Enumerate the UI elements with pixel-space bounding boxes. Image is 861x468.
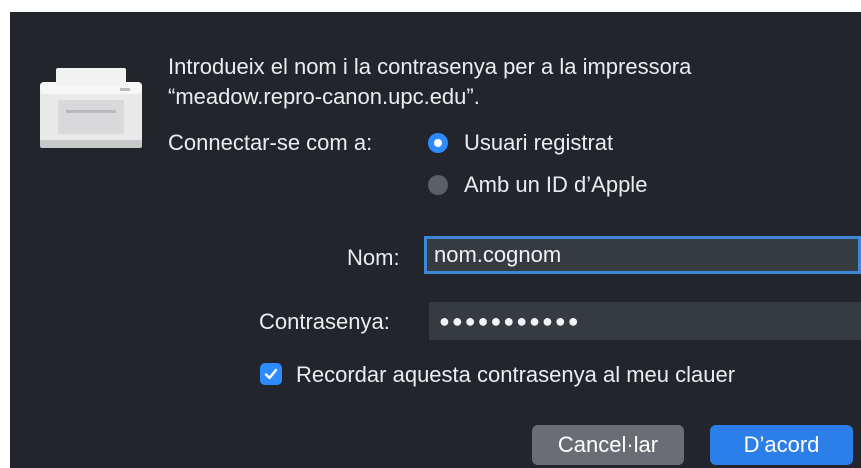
name-field[interactable]: nom.cognom bbox=[424, 236, 861, 274]
remember-label: Recordar aquesta contrasenya al meu clau… bbox=[296, 362, 736, 387]
message-line-2: “meadow.repro-canon.upc.edu”. bbox=[168, 84, 480, 109]
dialog-message: Introdueix el nom i la contrasenya per a… bbox=[168, 52, 691, 112]
radio-apple-id[interactable]: Amb un ID d’Apple bbox=[428, 172, 647, 198]
password-field[interactable]: ●●●●●●●●●●● bbox=[429, 302, 861, 340]
cancel-button[interactable]: Cancel·lar bbox=[532, 425, 684, 465]
message-line-1: Introdueix el nom i la contrasenya per a… bbox=[168, 54, 692, 79]
ok-button[interactable]: D’acord bbox=[710, 425, 853, 465]
radio-apple-id-label: Amb un ID d’Apple bbox=[464, 172, 648, 197]
radio-registered-user[interactable]: Usuari registrat bbox=[428, 130, 613, 156]
login-dialog: Introdueix el nom i la contrasenya per a… bbox=[10, 12, 861, 468]
password-label: Contrasenya: bbox=[259, 309, 390, 334]
radio-unselected-icon bbox=[428, 175, 448, 195]
connect-as-label: Connectar-se com a: bbox=[168, 130, 373, 155]
radio-selected-icon bbox=[428, 133, 448, 153]
remember-checkbox[interactable] bbox=[260, 363, 282, 385]
printer-icon bbox=[36, 60, 146, 156]
checkmark-icon bbox=[264, 368, 278, 380]
radio-registered-user-label: Usuari registrat bbox=[464, 130, 614, 155]
name-label: Nom: bbox=[347, 245, 400, 270]
